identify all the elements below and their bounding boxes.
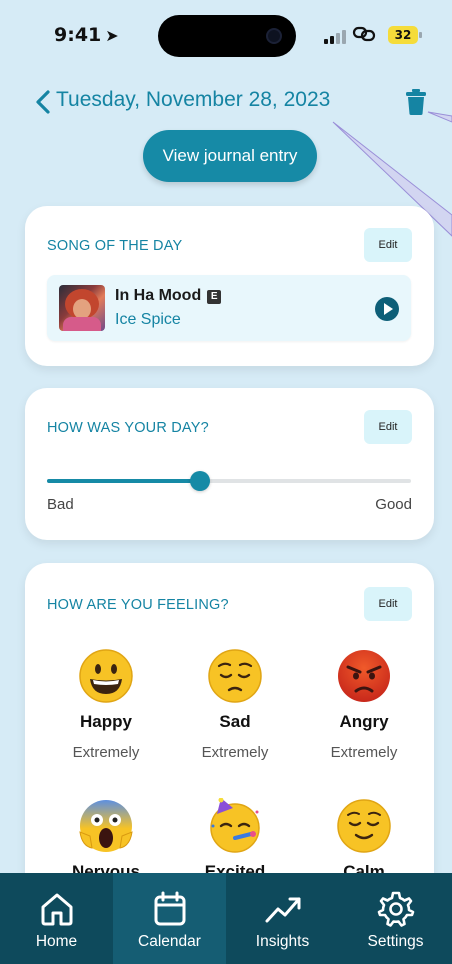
battery-icon: 32 bbox=[388, 26, 422, 44]
tab-calendar[interactable]: Calendar bbox=[113, 873, 226, 964]
gear-icon bbox=[377, 891, 414, 927]
tab-insights[interactable]: Insights bbox=[226, 873, 339, 964]
emotion-excited[interactable]: Excited bbox=[170, 798, 300, 882]
day-rating-slider[interactable] bbox=[47, 471, 411, 491]
explicit-badge: E bbox=[207, 290, 222, 304]
song-name: In Ha Mood bbox=[115, 287, 202, 304]
hotspot-link-icon bbox=[352, 26, 376, 42]
cellular-signal-icon bbox=[324, 30, 346, 44]
emotion-nervous[interactable]: Nervous bbox=[41, 798, 171, 882]
home-icon bbox=[41, 893, 72, 926]
back-chevron-icon[interactable] bbox=[34, 88, 52, 116]
slider-thumb[interactable] bbox=[189, 471, 210, 491]
emotion-sad[interactable]: Sad Extremely bbox=[170, 648, 300, 761]
clock-text: 9:41 bbox=[54, 24, 102, 46]
tab-settings[interactable]: Settings bbox=[339, 873, 452, 964]
emotion-angry[interactable]: Angry Extremely bbox=[299, 648, 429, 761]
tab-label: Calendar bbox=[138, 933, 201, 950]
tab-label: Home bbox=[35, 933, 78, 950]
relieved-face-icon bbox=[337, 799, 391, 853]
emotion-calm[interactable]: Calm bbox=[299, 798, 429, 882]
tab-bar: Home Calendar Insights Settings bbox=[0, 873, 452, 964]
slider-max-label: Good bbox=[375, 496, 412, 513]
day-edit-button[interactable]: Edit bbox=[364, 410, 412, 444]
dynamic-island bbox=[158, 15, 296, 57]
emotion-name: Angry bbox=[339, 712, 389, 731]
status-bar: 9:41 ➤ 32 bbox=[0, 0, 452, 70]
tab-label: Insights bbox=[255, 933, 310, 950]
song-row[interactable]: In Ha Mood E Ice Spice bbox=[47, 275, 411, 341]
pensive-face-icon bbox=[208, 649, 262, 703]
header-date[interactable]: Tuesday, November 28, 2023 bbox=[56, 88, 330, 112]
status-time: 9:41 ➤ bbox=[54, 24, 119, 46]
slider-min-label: Bad bbox=[47, 496, 74, 513]
emotion-level: Extremely bbox=[72, 744, 140, 761]
tab-home[interactable]: Home bbox=[0, 873, 113, 964]
song-card-title: SONG OF THE DAY bbox=[47, 238, 183, 254]
play-button[interactable] bbox=[375, 297, 399, 321]
trash-icon[interactable] bbox=[405, 88, 427, 116]
emotion-level: Extremely bbox=[330, 744, 398, 761]
song-title: In Ha Mood E bbox=[115, 287, 222, 305]
album-art bbox=[59, 285, 105, 331]
slider-fill bbox=[47, 479, 200, 483]
grinning-face-icon bbox=[79, 649, 133, 703]
song-artist: Ice Spice bbox=[115, 311, 181, 328]
emotion-name: Happy bbox=[80, 712, 132, 731]
song-of-the-day-card: SONG OF THE DAY Edit In Ha Mood E Ice Spi… bbox=[25, 206, 434, 366]
feelings-edit-button[interactable]: Edit bbox=[364, 587, 412, 621]
song-edit-button[interactable]: Edit bbox=[364, 228, 412, 262]
emotion-name: Sad bbox=[219, 712, 251, 731]
day-rating-card: HOW WAS YOUR DAY? Edit Bad Good bbox=[25, 388, 434, 540]
trending-up-icon bbox=[265, 897, 300, 923]
partying-face-icon bbox=[210, 798, 260, 853]
camera-icon bbox=[266, 28, 282, 44]
tab-label: Settings bbox=[367, 933, 424, 950]
location-arrow-icon: ➤ bbox=[105, 26, 119, 45]
feelings-card: HOW ARE YOU FEELING? Edit Happy Extremel… bbox=[25, 563, 434, 903]
battery-level: 32 bbox=[394, 28, 412, 42]
feelings-card-title: HOW ARE YOU FEELING? bbox=[47, 597, 229, 613]
angry-face-icon bbox=[338, 650, 390, 702]
emotion-happy[interactable]: Happy Extremely bbox=[41, 648, 171, 761]
view-journal-entry-button[interactable]: View journal entry bbox=[143, 130, 317, 182]
emotion-level: Extremely bbox=[201, 744, 269, 761]
calendar-icon bbox=[154, 891, 185, 926]
day-card-title: HOW WAS YOUR DAY? bbox=[47, 420, 209, 436]
header: Tuesday, November 28, 2023 bbox=[0, 82, 452, 122]
screaming-face-icon bbox=[79, 800, 133, 852]
